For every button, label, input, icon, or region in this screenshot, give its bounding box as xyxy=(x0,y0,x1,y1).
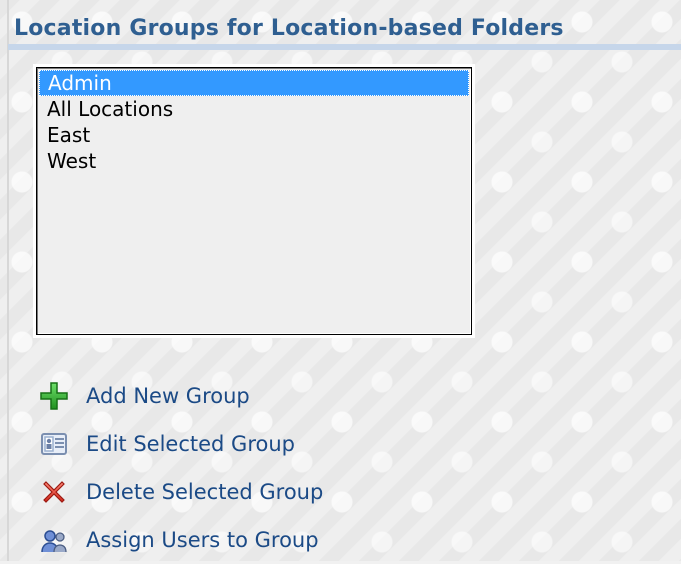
add-icon xyxy=(38,380,70,412)
section-title: Location Groups for Location-based Folde… xyxy=(14,16,564,41)
listbox-option-all-locations[interactable]: All Locations xyxy=(39,96,469,122)
listbox-option-east[interactable]: East xyxy=(39,122,469,148)
add-new-group-label[interactable]: Add New Group xyxy=(86,384,250,408)
listbox-option-admin[interactable]: Admin xyxy=(39,70,469,96)
edit-selected-group-label[interactable]: Edit Selected Group xyxy=(86,432,295,456)
add-new-group-action[interactable]: Add New Group xyxy=(38,372,558,420)
edit-selected-group-action[interactable]: Edit Selected Group xyxy=(38,420,558,468)
users-icon xyxy=(38,524,70,556)
listbox-option-west[interactable]: West xyxy=(39,148,469,174)
edit-icon xyxy=(38,428,70,460)
assign-users-to-group-label[interactable]: Assign Users to Group xyxy=(86,528,319,552)
delete-selected-group-action[interactable]: Delete Selected Group xyxy=(38,468,558,516)
delete-icon xyxy=(38,476,70,508)
left-border-line xyxy=(7,0,9,561)
group-actions: Add New Group Edit Selected Group Delete… xyxy=(38,372,558,564)
section-title-underline xyxy=(8,44,681,50)
assign-users-to-group-action[interactable]: Assign Users to Group xyxy=(38,516,558,564)
listbox-viewport: Admin All Locations East West xyxy=(39,70,469,332)
location-groups-listbox[interactable]: Admin All Locations East West xyxy=(36,67,472,335)
delete-selected-group-label[interactable]: Delete Selected Group xyxy=(86,480,323,504)
